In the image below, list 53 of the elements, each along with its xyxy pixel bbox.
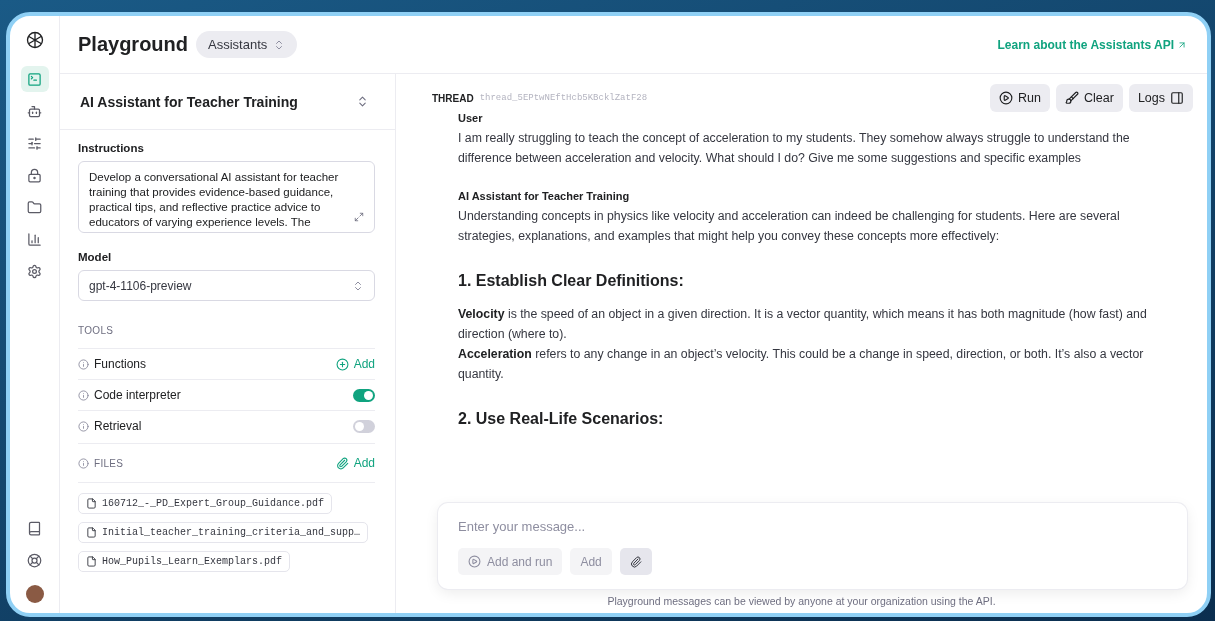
info-icon[interactable]	[78, 457, 89, 469]
instructions-field[interactable]: Develop a conversational AI assistant for teacher training that provides evidence-based guidance, practical tips, and reflective practice advice to educators of varying experience levels. The	[78, 161, 375, 233]
arrow-up-right-icon	[1177, 39, 1187, 50]
page-title: Playground	[78, 33, 188, 56]
play-icon	[999, 91, 1014, 105]
message-author: AI Assistant for Teacher Training	[458, 190, 631, 202]
footer-note: Playground messages can be viewed by anyone at your organization using the API.	[606, 595, 997, 607]
info-icon[interactable]	[78, 389, 89, 401]
message-text: Acceleration refers to any change in an object’s velocity. This could be a change in speed, direction, or both. It’s also a vector quantity.	[458, 346, 1145, 383]
message-text: I am really struggling to teach the concept of acceleration to my students. They somehow always struggle to understand the difference between acceleration and velocity. What should I do? Give me some suggestions and specific examples	[458, 130, 1131, 167]
file-chip[interactable]: 160712_-_PD_Expert_Group_Guidance.pdf	[78, 493, 333, 514]
message-text: Velocity is the speed of an object in a given direction. It is a vector quantity, which means it has both magnitude (how fast) and direction (where to).	[458, 306, 1148, 343]
expand-icon[interactable]	[354, 212, 364, 222]
clear-button[interactable]: Clear	[1056, 84, 1123, 112]
file-icon	[86, 527, 97, 538]
file-icon	[86, 498, 97, 509]
brush-icon	[1065, 91, 1079, 105]
section-heading: 2. Use Real-Life Scenarios:	[458, 410, 665, 428]
tool-name: Code interpreter	[78, 388, 181, 402]
attach-button[interactable]	[619, 548, 652, 575]
mode-selector[interactable]: Assistants	[196, 31, 298, 58]
thread-id: thread_5EPtwNEftHcb5KBcklZatF28	[479, 93, 648, 103]
paperclip-icon	[629, 555, 642, 568]
chevrons-icon	[352, 279, 364, 292]
play-icon	[468, 555, 481, 568]
info-icon[interactable]	[78, 358, 89, 370]
file-chip[interactable]: Initial_teacher_training_criteria_and_supp…	[78, 522, 369, 543]
thread-label: THREAD	[432, 92, 474, 104]
section-label: TOOLS	[78, 325, 115, 336]
logs-button[interactable]: Logs	[1128, 84, 1193, 112]
terminal-icon[interactable]	[20, 66, 49, 92]
avatar[interactable]	[25, 585, 44, 603]
section-label: FILES	[94, 457, 124, 469]
tool-name: Retrieval	[78, 419, 142, 433]
message-text: Understanding concepts in physics like velocity and acceleration can indeed be challenging for students. Here are several strategies, explanations, and examples that might help you convey these concepts more effectively:	[458, 208, 1121, 245]
message-author: User	[458, 112, 484, 124]
run-button[interactable]: Run	[990, 84, 1050, 112]
chevrons-icon[interactable]	[356, 95, 369, 108]
tool-name: Functions	[78, 357, 147, 371]
file-chip[interactable]: How_Pupils_Learn_Exemplars.pdf	[78, 551, 291, 572]
field-label: Instructions	[78, 142, 145, 154]
model-select[interactable]: gpt-4-1106-preview	[78, 270, 375, 301]
panel-icon	[1170, 91, 1184, 105]
assistant-name: AI Assistant for Teacher Training	[80, 93, 298, 110]
file-icon	[86, 556, 97, 567]
toggle-switch[interactable]	[353, 419, 375, 433]
plus-circle-icon	[335, 357, 349, 371]
logo-icon[interactable]	[24, 30, 45, 50]
paperclip-icon	[335, 456, 349, 470]
toggle-switch[interactable]	[353, 388, 375, 402]
section-heading: 1. Establish Clear Definitions:	[458, 272, 685, 290]
info-icon[interactable]	[78, 420, 89, 432]
field-label: Model	[78, 251, 113, 263]
